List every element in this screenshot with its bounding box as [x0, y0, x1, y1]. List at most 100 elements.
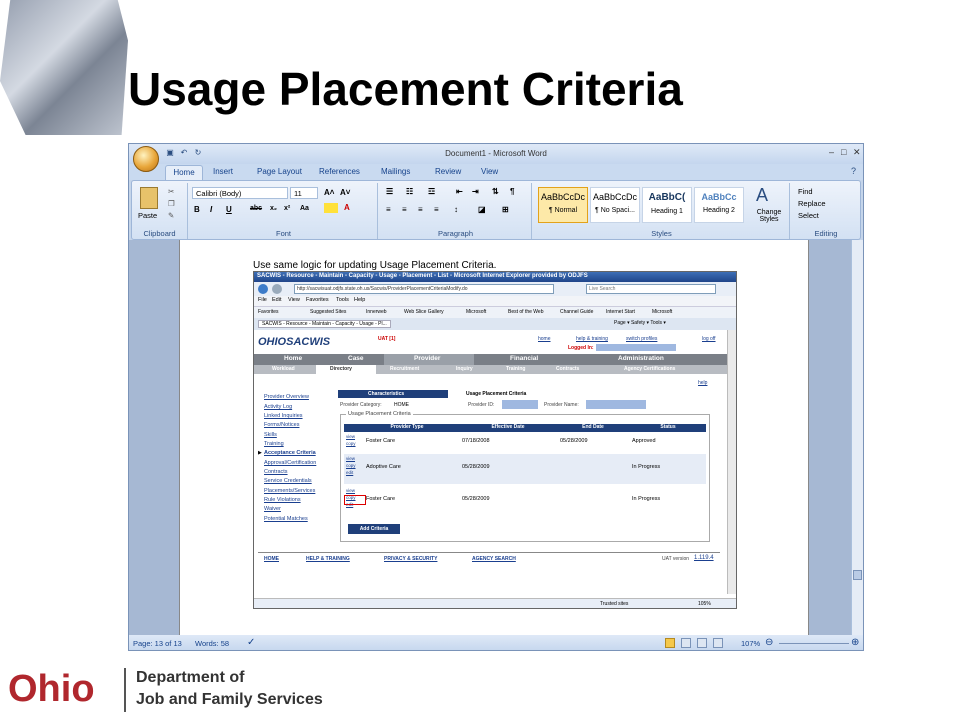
tab-insert[interactable]: Insert — [213, 167, 233, 176]
side-service-credentials[interactable]: Service Credentials — [264, 478, 312, 484]
ie-fav-webslice[interactable]: Web Slice Gallery — [404, 309, 444, 315]
ie-menu-view[interactable]: View — [288, 297, 300, 303]
row-view-link[interactable]: view — [346, 456, 355, 461]
toplink-switch[interactable]: switch profiles — [626, 336, 657, 342]
proofing-icon[interactable]: ✓ — [247, 637, 255, 648]
outdent-icon[interactable]: ⇥ — [472, 187, 479, 196]
line-spacing-icon[interactable]: ↕ — [454, 205, 458, 214]
shrink-font-icon[interactable]: A˅ — [340, 188, 350, 197]
page-count[interactable]: Page: 13 of 13 — [133, 639, 182, 648]
footer-help[interactable]: HELP & TRAINING — [306, 556, 350, 562]
ie-command-bar[interactable]: Page ▾ Safety ▾ Tools ▾ — [614, 320, 666, 326]
side-waiver[interactable]: Waiver — [264, 506, 281, 512]
help-link[interactable]: help — [698, 380, 707, 386]
scroll-thumb[interactable] — [853, 570, 862, 580]
side-training[interactable]: Training — [264, 441, 284, 447]
ie-menu-file[interactable]: File — [258, 297, 267, 303]
side-provider-overview[interactable]: Provider Overview — [264, 394, 309, 400]
subnav-training[interactable]: Training — [506, 366, 525, 372]
ie-fav-favorites[interactable]: Favorites — [258, 309, 279, 315]
pilcrow-icon[interactable]: ¶ — [510, 187, 514, 196]
footer-home[interactable]: HOME — [264, 556, 279, 562]
ie-zoom-label[interactable]: 105% — [698, 601, 711, 607]
subnav-inquiry[interactable]: Inquiry — [456, 366, 473, 372]
zoom-in-icon[interactable]: ⊕ — [851, 637, 859, 648]
ie-scrollbar[interactable] — [727, 330, 736, 594]
strikethrough-button[interactable]: abc — [250, 205, 262, 212]
ie-address-bar[interactable]: http://sacwisuat.odjfs.state.oh.us/Sacwi… — [294, 284, 554, 294]
side-linked-inquiries[interactable]: Linked Inquiries — [264, 413, 303, 419]
style-no-spacing[interactable]: AaBbCcDc ¶ No Spaci... — [590, 187, 640, 223]
zoom-level[interactable]: 107% — [741, 639, 760, 648]
ie-fav-internet-start[interactable]: Internet Start — [606, 309, 635, 315]
sort-icon[interactable]: ⇅ — [492, 187, 499, 196]
change-case-button[interactable]: Aa — [300, 205, 309, 212]
paste-label[interactable]: Paste — [138, 211, 157, 220]
ie-menu-tools[interactable]: Tools — [336, 297, 349, 303]
subnav-agency-cert[interactable]: Agency Certifications — [624, 366, 675, 372]
zoom-slider[interactable] — [779, 643, 849, 644]
nav-home[interactable]: Home — [284, 355, 302, 362]
tab-characteristics[interactable]: Characteristics — [368, 391, 404, 397]
print-layout-icon[interactable] — [665, 638, 675, 648]
tab-usage-placement[interactable]: Usage Placement Criteria — [466, 391, 526, 397]
close-icon[interactable]: ✕ — [853, 147, 861, 158]
replace-button[interactable]: Replace — [798, 199, 826, 208]
multilevel-list-icon[interactable]: ☲ — [428, 187, 435, 196]
ie-fav-best[interactable]: Best of the Web — [508, 309, 543, 315]
office-button[interactable] — [133, 146, 159, 172]
paste-icon[interactable] — [140, 187, 158, 209]
side-rule-violations[interactable]: Rule Violations — [264, 497, 301, 503]
nav-administration[interactable]: Administration — [618, 355, 664, 362]
superscript-button[interactable]: x² — [284, 205, 290, 212]
change-styles-label[interactable]: Change Styles — [750, 209, 788, 223]
ie-menu-help[interactable]: Help — [354, 297, 365, 303]
highlight-icon[interactable] — [324, 203, 338, 213]
subnav-contracts[interactable]: Contracts — [556, 366, 579, 372]
tab-page-layout[interactable]: Page Layout — [257, 167, 302, 176]
ie-fav-innerweb[interactable]: Innerweb — [366, 309, 387, 315]
bullets-icon[interactable]: ☰ — [386, 187, 393, 196]
full-screen-icon[interactable] — [681, 638, 691, 648]
cut-icon[interactable]: ✂ — [168, 187, 174, 196]
bold-button[interactable]: B — [194, 205, 200, 214]
italic-button[interactable]: I — [210, 205, 212, 214]
tab-references[interactable]: References — [319, 167, 360, 176]
subscript-button[interactable]: x₂ — [270, 205, 277, 212]
align-center-icon[interactable]: ≡ — [402, 205, 407, 214]
change-styles-icon[interactable]: A — [756, 185, 768, 206]
tab-view[interactable]: View — [481, 167, 498, 176]
web-layout-icon[interactable] — [697, 638, 707, 648]
ie-fav-suggested[interactable]: Suggested Sites — [310, 309, 346, 315]
side-contracts[interactable]: Contracts — [264, 469, 288, 475]
style-heading-1[interactable]: AaBbC(Heading 1 — [642, 187, 692, 223]
side-potential-matches[interactable]: Potential Matches — [264, 516, 308, 522]
toplink-help[interactable]: help & training — [576, 336, 608, 342]
toplink-home[interactable]: home — [538, 336, 551, 342]
forward-icon[interactable] — [272, 284, 282, 294]
underline-button[interactable]: U — [226, 205, 232, 214]
side-skills[interactable]: Skills — [264, 432, 277, 438]
row-view-link[interactable]: view — [346, 434, 355, 439]
ie-fav-channel[interactable]: Channel Guide — [560, 309, 593, 315]
borders-icon[interactable]: ⊞ — [502, 205, 509, 214]
copy-icon[interactable]: ❐ — [168, 199, 175, 208]
side-approval[interactable]: Approval/Certification — [264, 460, 316, 466]
nav-provider[interactable]: Provider — [414, 355, 440, 362]
side-placements[interactable]: Placements/Services — [264, 488, 315, 494]
find-button[interactable]: Find — [798, 187, 813, 196]
tab-home[interactable]: Home — [165, 165, 203, 181]
nav-financial[interactable]: Financial — [510, 355, 538, 362]
minimize-icon[interactable]: – — [829, 147, 834, 157]
align-left-icon[interactable]: ≡ — [386, 205, 391, 214]
ie-menu-favorites[interactable]: Favorites — [306, 297, 329, 303]
row-view-link[interactable]: view — [346, 488, 355, 493]
justify-icon[interactable]: ≡ — [434, 205, 439, 214]
ie-fav-microsoft-2[interactable]: Microsoft — [652, 309, 672, 315]
ie-search-field[interactable]: Live Search — [586, 284, 716, 294]
style-normal[interactable]: AaBbCcDc ¶ Normal — [538, 187, 588, 223]
toplink-logoff[interactable]: log off — [702, 336, 716, 342]
outline-icon[interactable] — [713, 638, 723, 648]
vertical-scrollbar[interactable] — [851, 240, 863, 636]
nav-case[interactable]: Case — [348, 355, 364, 362]
